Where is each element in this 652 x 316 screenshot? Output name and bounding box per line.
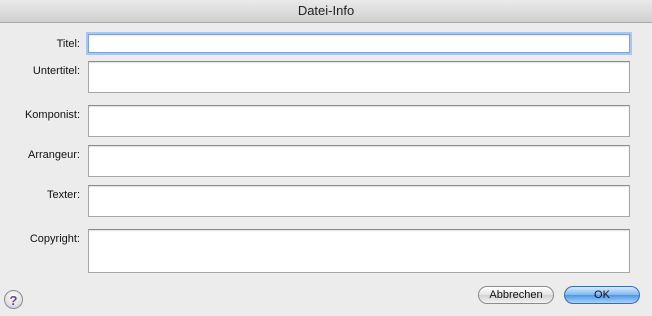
arranger-label: Arrangeur: [28, 149, 80, 161]
help-icon[interactable]: ? [4, 290, 23, 309]
arranger-input[interactable] [88, 145, 630, 177]
copyright-label: Copyright: [29, 233, 80, 245]
subtitle-input[interactable] [88, 61, 630, 93]
copyright-input[interactable] [88, 229, 630, 273]
lyricist-input[interactable] [88, 185, 630, 217]
composer-input[interactable] [88, 105, 630, 137]
file-info-dialog: Datei-Info Titel: Untertitel: Komponist:… [0, 0, 652, 316]
ok-button[interactable]: OK [564, 286, 640, 304]
subtitle-label: Untertitel: [32, 65, 80, 77]
cancel-button[interactable]: Abbrechen [478, 286, 554, 304]
window-title: Datei-Info [0, 0, 652, 23]
title-input[interactable] [88, 34, 630, 53]
composer-label: Komponist: [24, 109, 80, 121]
title-label: Titel: [56, 38, 80, 50]
lyricist-label: Texter: [46, 189, 80, 201]
